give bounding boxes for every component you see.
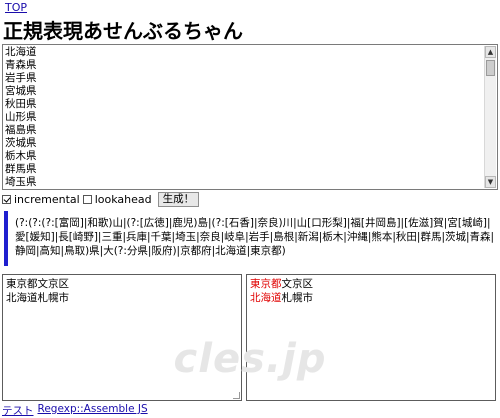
- resize-grip-icon[interactable]: [233, 392, 240, 399]
- match-result-pane: 東京都文京区 北海道札幌市: [246, 274, 496, 401]
- generate-button[interactable]: 生成！: [157, 191, 200, 207]
- test-link[interactable]: テスト: [2, 403, 34, 418]
- test-input-textarea[interactable]: 東京都文京区 北海道札幌市: [2, 274, 242, 401]
- word-line: 埼玉県: [5, 176, 37, 188]
- words-list: 北海道 青森県 岩手県 宮城県 秋田県 山形県 福島県 茨城県 栃木県 群馬県 埼玉県: [5, 46, 483, 189]
- lookahead-label: lookahead: [94, 192, 152, 206]
- scroll-thumb[interactable]: [486, 60, 495, 76]
- lookahead-checkbox[interactable]: [82, 194, 92, 204]
- scroll-up-arrow-icon[interactable]: ▲: [485, 46, 496, 58]
- controls-bar: incremental lookahead 生成！: [2, 191, 200, 207]
- page-title: 正規表現あせんぶるちゃん: [3, 19, 243, 43]
- word-line: 秋田県: [5, 98, 37, 110]
- scroll-down-arrow-icon[interactable]: ▼: [485, 176, 496, 188]
- result-line: 東京都文京区: [250, 277, 492, 291]
- word-line: 群馬県: [5, 163, 37, 175]
- word-line: 宮城県: [5, 85, 37, 97]
- incremental-label: incremental: [14, 192, 80, 206]
- word-line: 北海道: [5, 46, 37, 58]
- match-rest: 札幌市: [281, 292, 314, 304]
- top-link[interactable]: TOP: [5, 1, 27, 14]
- match-highlight: 北海道: [250, 292, 282, 304]
- regexp-assemble-link[interactable]: Regexp::Assemble JS: [38, 403, 148, 418]
- words-scrollbar[interactable]: ▲ ▼: [484, 46, 496, 188]
- footer: テスト Regexp::Assemble JS: [2, 403, 148, 418]
- word-line: 青森県: [5, 59, 37, 71]
- word-line: 岩手県: [5, 72, 37, 84]
- match-rest: 文京区: [281, 278, 314, 290]
- word-line: 茨城県: [5, 137, 37, 149]
- incremental-checkbox[interactable]: [2, 194, 11, 204]
- test-input-line: 北海道札幌市: [6, 292, 69, 304]
- test-input-line: 東京都文京区: [6, 278, 69, 290]
- result-line: 北海道札幌市: [250, 291, 492, 305]
- word-line: 福島県: [5, 124, 37, 136]
- regex-output: (?:(?:(?:[富岡]|和歌)山|(?:[広徳]|鹿児)島|(?:[石香]|…: [4, 211, 496, 266]
- word-line: 山形県: [5, 111, 37, 123]
- word-line: 栃木県: [5, 150, 37, 162]
- match-highlight: 東京都: [250, 278, 282, 290]
- words-textarea[interactable]: 北海道 青森県 岩手県 宮城県 秋田県 山形県 福島県 茨城県 栃木県 群馬県 埼玉県 ▲ ▼: [2, 44, 498, 190]
